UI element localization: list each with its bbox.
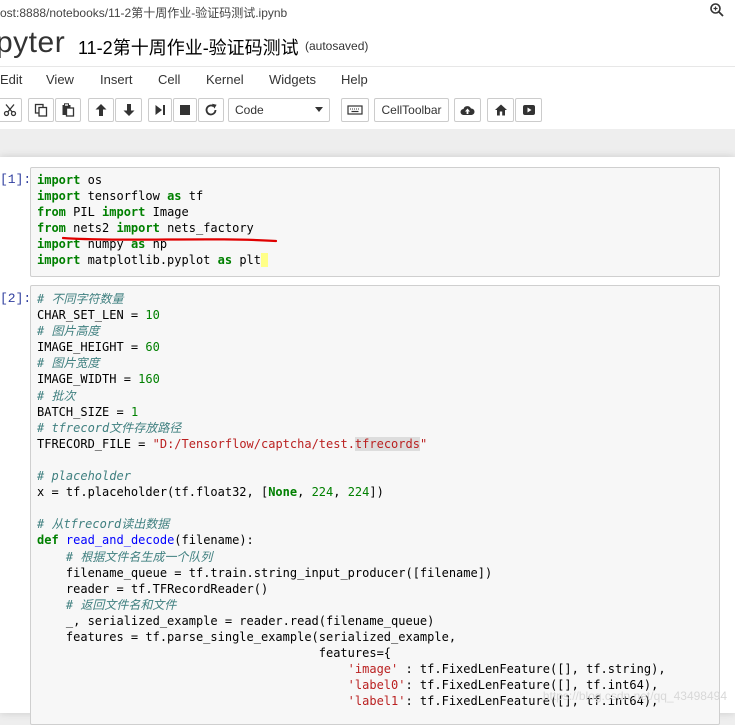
copy-button[interactable] xyxy=(28,98,54,122)
stop-icon xyxy=(180,105,190,115)
run-button[interactable] xyxy=(148,98,172,122)
code-line: IMAGE_WIDTH = 160 xyxy=(37,372,160,387)
cell-type-value: Code xyxy=(235,103,264,117)
menu-kernel[interactable]: Kernel xyxy=(206,72,244,87)
cell-2-code[interactable]: # 不同字符数量 CHAR_SET_LEN = 10 # 图片高度 IMAGE_HEI… xyxy=(37,291,666,709)
code-line: # placeholder xyxy=(37,469,131,484)
code-line: IMAGE_HEIGHT = 60 xyxy=(37,340,160,355)
upload-button[interactable] xyxy=(454,98,481,122)
code-line: # 从tfrecord读出数据 xyxy=(37,517,170,532)
code-line: import os xyxy=(37,173,103,187)
move-down-icon xyxy=(123,104,134,116)
move-up-icon xyxy=(95,104,107,116)
celltoolbar-button[interactable]: CellToolbar xyxy=(374,98,449,122)
code-line: # 批次 xyxy=(37,388,76,403)
jupyter-logo[interactable]: pyter xyxy=(0,26,65,60)
code-line: from nets2 import nets_factory xyxy=(37,221,254,236)
code-line: # 图片高度 xyxy=(37,324,100,339)
move-up-button[interactable] xyxy=(88,98,114,122)
toolbar-divider xyxy=(0,129,735,157)
cut-icon xyxy=(3,104,17,117)
menu-view[interactable]: View xyxy=(46,72,74,87)
code-line: x = tf.placeholder(tf.float32, [None, 22… xyxy=(37,485,384,500)
red-underline-annotation xyxy=(62,236,278,243)
code-line: # 返回文件名和文件 xyxy=(65,597,177,612)
url-text[interactable]: ost:8888/notebooks/11-2第十周作业-验证码测试.ipynb xyxy=(0,4,287,21)
code-line: # 图片宽度 xyxy=(37,356,100,371)
celltoolbar-label: CellToolbar xyxy=(381,103,442,117)
code-line: # 不同字符数量 xyxy=(37,292,124,306)
notebook-header: pyter 11-2第十周作业-验证码测试 (autosaved) xyxy=(0,22,735,66)
cell-type-select[interactable]: Code xyxy=(228,98,330,122)
paste-button[interactable] xyxy=(55,98,81,122)
browser-url-bar[interactable]: ost:8888/notebooks/11-2第十周作业-验证码测试.ipynb xyxy=(0,0,735,23)
code-line: 'image' : tf.FixedLenFeature([], tf.stri… xyxy=(347,662,666,677)
toolbar: Code CellToolbar xyxy=(0,93,735,130)
upload-icon xyxy=(460,106,475,115)
interrupt-button[interactable] xyxy=(173,98,197,122)
command-palette-button[interactable] xyxy=(341,98,369,122)
notebook-name[interactable]: 11-2第十周作业-验证码测试 xyxy=(78,34,299,60)
code-line: # tfrecord文件存放路径 xyxy=(37,420,182,435)
present-icon xyxy=(522,105,535,115)
paste-icon xyxy=(62,103,75,117)
menu-widgets[interactable]: Widgets xyxy=(269,72,316,87)
move-down-button[interactable] xyxy=(115,98,142,122)
menu-edit[interactable]: Edit xyxy=(0,72,22,87)
cell-1-prompt: [1]: xyxy=(0,172,32,187)
code-line: reader = tf.TFRecordReader() xyxy=(37,581,269,596)
code-line: import matplotlib.pyplot as plt xyxy=(37,252,269,268)
code-line: TFRECORD_FILE = "D:/Tensorflow/captcha/t… xyxy=(37,436,428,451)
restart-icon xyxy=(205,103,217,116)
code-line: def read_and_decode(filename): xyxy=(37,533,254,548)
menu-insert[interactable]: Insert xyxy=(100,72,133,87)
keyboard-icon xyxy=(347,105,363,115)
copy-icon xyxy=(34,103,48,117)
code-line: features = tf.parse_single_example(seria… xyxy=(37,629,457,644)
cut-button[interactable] xyxy=(0,98,22,122)
home-icon xyxy=(494,104,507,116)
chevron-down-icon xyxy=(315,107,323,112)
cell-2-prompt: [2]: xyxy=(0,291,32,306)
cell-1-code[interactable]: import os import tensorflow as tf from PIL… xyxy=(37,172,269,269)
code-line: # 根据文件名生成一个队列 xyxy=(65,549,213,564)
autosave-status: (autosaved) xyxy=(305,39,369,53)
code-line: filename_queue = tf.train.string_input_p… xyxy=(37,565,493,580)
menu-help[interactable]: Help xyxy=(341,72,368,87)
present-button[interactable] xyxy=(515,98,542,122)
code-line: CHAR_SET_LEN = 10 xyxy=(37,308,160,323)
code-line: features={ xyxy=(37,646,392,661)
run-icon xyxy=(155,105,165,115)
code-line: BATCH_SIZE = 1 xyxy=(37,404,139,419)
zoom-icon[interactable] xyxy=(709,2,725,18)
home-button[interactable] xyxy=(487,98,514,122)
code-line: import tensorflow as tf xyxy=(37,189,204,204)
code-line: from PIL import Image xyxy=(37,205,189,220)
menu-bar: Edit View Insert Cell Kernel Widgets Hel… xyxy=(0,66,735,94)
restart-button[interactable] xyxy=(198,98,224,122)
menu-cell[interactable]: Cell xyxy=(158,72,180,87)
watermark: https://blog.csdn.net/qq_43498494 xyxy=(542,689,727,703)
code-line: _, serialized_example = reader.read(file… xyxy=(37,613,435,628)
